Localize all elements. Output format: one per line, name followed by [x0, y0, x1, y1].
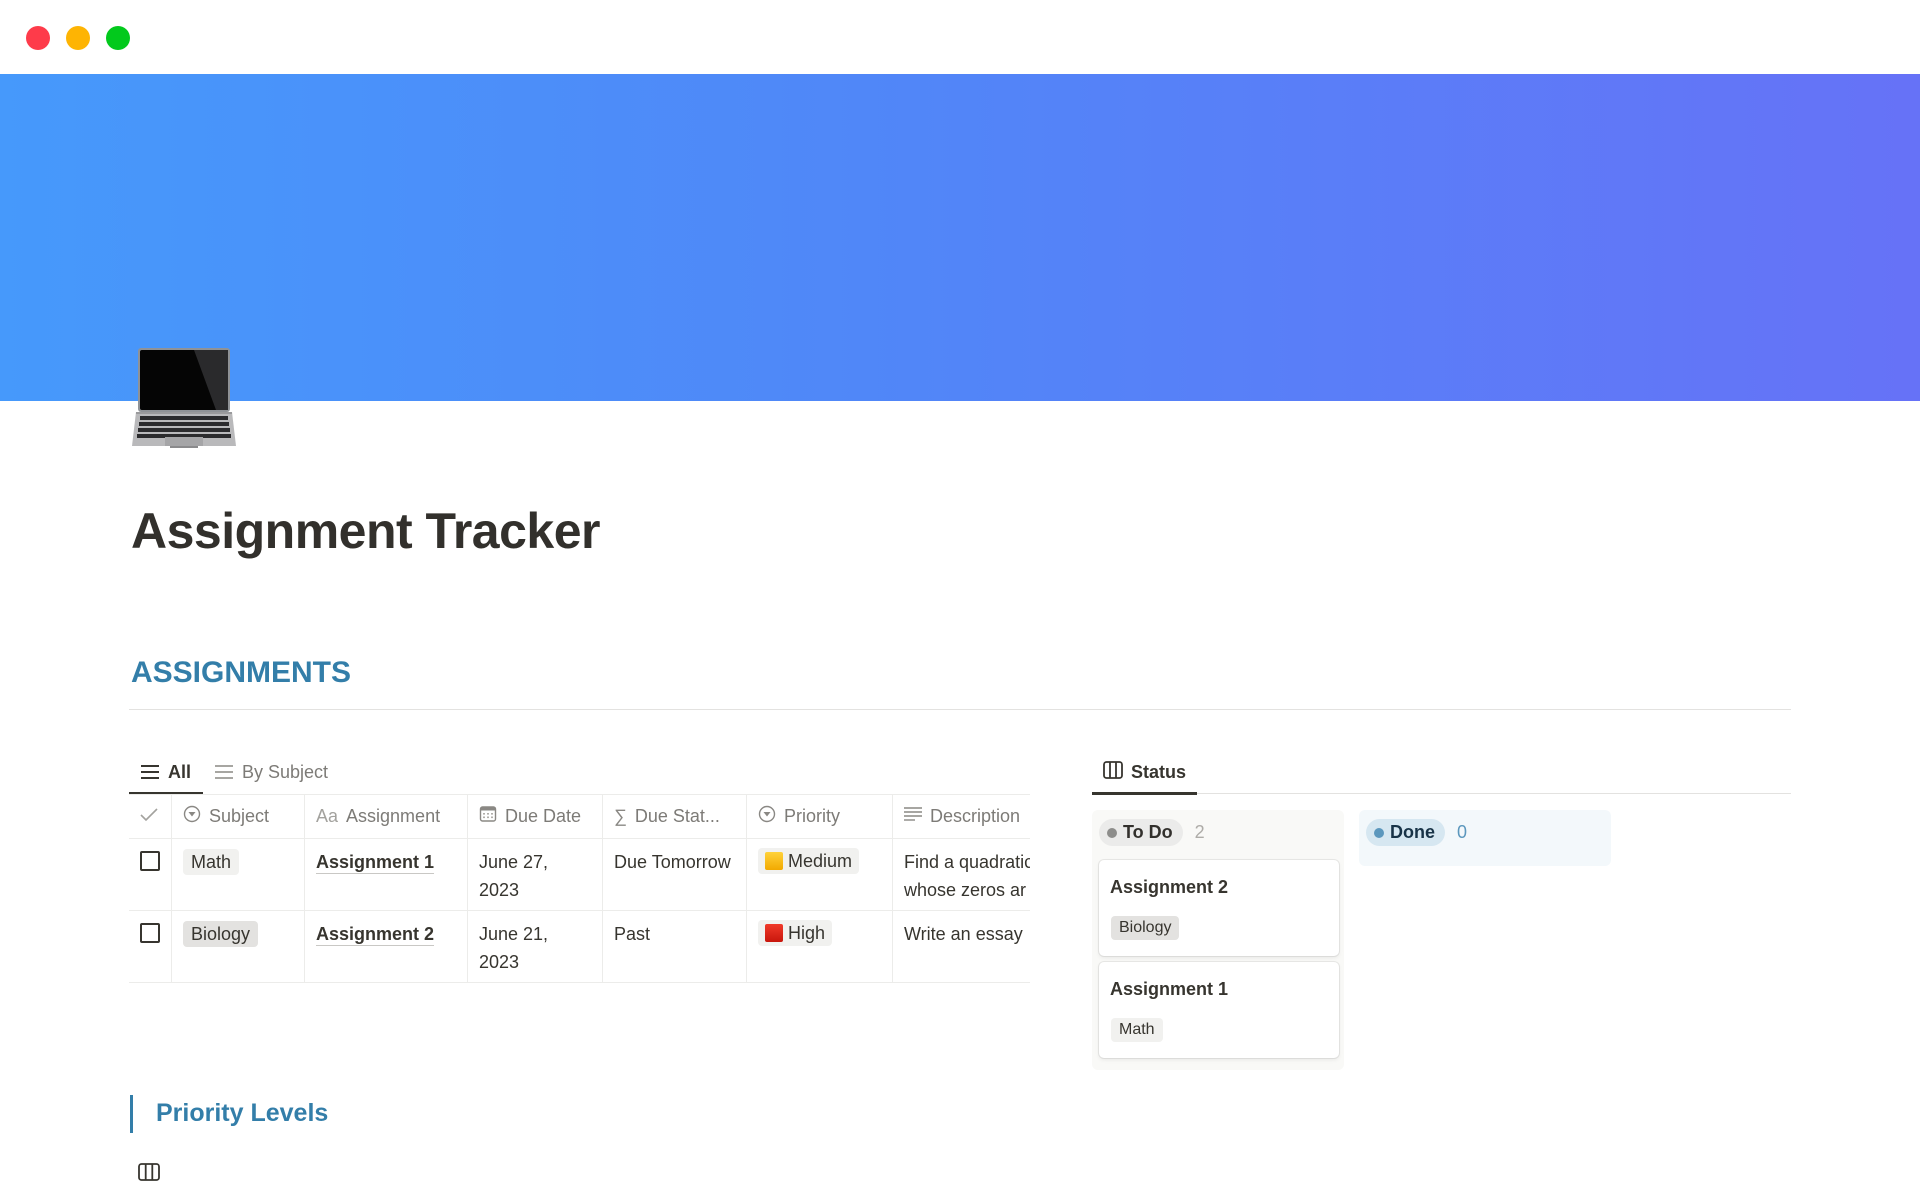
- status-dot-icon: [1107, 827, 1117, 838]
- assignment-link[interactable]: Assignment 1: [316, 852, 434, 872]
- board-column-done: Done 0: [1359, 810, 1611, 866]
- subject-cell[interactable]: Math: [172, 839, 305, 910]
- card-title: Assignment 2: [1110, 877, 1229, 897]
- done-cell: [129, 911, 172, 982]
- tab-label: All: [168, 761, 192, 782]
- due-date-cell[interactable]: June 21, 2023: [468, 911, 603, 982]
- board-card[interactable]: Assignment 2 Biology: [1099, 860, 1339, 956]
- status-label: To Do: [1123, 822, 1173, 842]
- select-icon: [758, 805, 776, 828]
- status-dot-icon: [1374, 827, 1384, 838]
- column-header: Done 0: [1359, 810, 1611, 855]
- board-card[interactable]: Assignment 1 Math: [1099, 962, 1339, 1058]
- priority-tag: High: [758, 920, 833, 946]
- page-cover: [0, 74, 1920, 401]
- description-text: Find a quadratic whose zeros ar: [904, 852, 1030, 900]
- done-checkbox[interactable]: [140, 923, 160, 943]
- column-header-assignment[interactable]: Aa Assignment: [305, 795, 468, 838]
- column-label: Assignment: [346, 806, 441, 826]
- board-icon: [1103, 760, 1123, 784]
- page-title[interactable]: Assignment Tracker: [131, 502, 600, 560]
- board-icon[interactable]: [138, 1163, 160, 1186]
- column-label: Due Date: [505, 806, 582, 826]
- card-subject-tag: Math: [1111, 1018, 1163, 1042]
- column-count: 2: [1194, 822, 1205, 842]
- priority-cell[interactable]: High: [747, 911, 893, 982]
- quote-bar: [130, 1095, 133, 1133]
- section-heading: ASSIGNMENTS: [131, 656, 352, 689]
- tab-label: Status: [1131, 761, 1187, 782]
- zoom-window-button[interactable]: [106, 26, 130, 50]
- column-header-description[interactable]: Description: [893, 795, 1030, 838]
- text-icon: Aa: [316, 806, 339, 826]
- subject-tag: Biology: [183, 921, 259, 947]
- column-label: Due Stat...: [634, 806, 720, 826]
- table-row[interactable]: Biology Assignment 2 June 21, 2023 Past …: [129, 911, 1030, 983]
- list-icon: [214, 764, 234, 780]
- description-cell[interactable]: Write an essay: [893, 911, 1030, 982]
- lines-icon: [904, 806, 922, 827]
- description-text: Write an essay: [904, 924, 1023, 944]
- status-pill-todo[interactable]: To Do: [1099, 819, 1183, 846]
- column-count: 0: [1457, 822, 1468, 842]
- column-header-subject[interactable]: Subject: [172, 795, 305, 838]
- assignment-cell[interactable]: Assignment 2: [305, 911, 468, 982]
- calendar-icon: [479, 805, 497, 828]
- column-header-done[interactable]: [129, 795, 172, 838]
- laptop-icon[interactable]: [132, 346, 236, 450]
- priority-label: Medium: [788, 851, 853, 871]
- due-status-cell: Past: [603, 911, 747, 982]
- card-subject-tag: Biology: [1111, 916, 1180, 940]
- done-cell: [129, 839, 172, 910]
- card-title: Assignment 1: [1110, 979, 1229, 999]
- column-label: Subject: [209, 806, 270, 826]
- column-header: To Do 2: [1092, 810, 1344, 855]
- tab-status[interactable]: Status: [1092, 750, 1198, 795]
- tab-all[interactable]: All: [129, 750, 204, 794]
- subject-tag: Math: [183, 849, 240, 875]
- board-view-tabs: Status: [1092, 750, 1791, 795]
- status-label: Done: [1390, 822, 1435, 842]
- subject-cell[interactable]: Biology: [172, 911, 305, 982]
- status-pill-done[interactable]: Done: [1366, 819, 1445, 846]
- assignment-link[interactable]: Assignment 2: [316, 924, 434, 944]
- column-header-priority[interactable]: Priority: [747, 795, 893, 838]
- column-label: Priority: [784, 806, 841, 826]
- due-status-cell: Due Tomorrow: [603, 839, 747, 910]
- tab-label: By Subject: [242, 761, 329, 782]
- table-body: Math Assignment 1 June 27, 2023 Due Tomo…: [129, 839, 1030, 983]
- list-icon: [140, 764, 160, 780]
- window-titlebar: [0, 0, 1920, 74]
- tab-by-subject[interactable]: By Subject: [203, 750, 340, 794]
- description-cell[interactable]: Find a quadratic whose zeros ar: [893, 839, 1030, 910]
- table-view-tabs: All By Subject: [129, 750, 340, 794]
- priority-cell[interactable]: Medium: [747, 839, 893, 910]
- minimize-window-button[interactable]: [66, 26, 90, 50]
- priority-levels-heading: Priority Levels: [156, 1099, 329, 1127]
- priority-label: High: [788, 923, 826, 943]
- select-icon: [183, 805, 201, 828]
- done-checkbox[interactable]: [140, 851, 160, 871]
- table-row[interactable]: Math Assignment 1 June 27, 2023 Due Tomo…: [129, 839, 1030, 911]
- check-icon: [140, 806, 158, 827]
- assignments-table: Subject Aa Assignment Due Date ∑ Due Sta…: [129, 794, 1030, 983]
- column-header-due-date[interactable]: Due Date: [468, 795, 603, 838]
- column-header-due-status[interactable]: ∑ Due Stat...: [603, 795, 747, 838]
- yellow-square-icon: [765, 852, 783, 870]
- section-divider: [129, 709, 1791, 710]
- close-window-button[interactable]: [26, 26, 50, 50]
- formula-icon: ∑: [614, 806, 627, 826]
- table-header-row: Subject Aa Assignment Due Date ∑ Due Sta…: [129, 794, 1030, 839]
- red-square-icon: [765, 924, 783, 942]
- column-label: Description: [930, 806, 1021, 826]
- priority-tag: Medium: [758, 848, 860, 874]
- due-date-cell[interactable]: June 27, 2023: [468, 839, 603, 910]
- assignment-cell[interactable]: Assignment 1: [305, 839, 468, 910]
